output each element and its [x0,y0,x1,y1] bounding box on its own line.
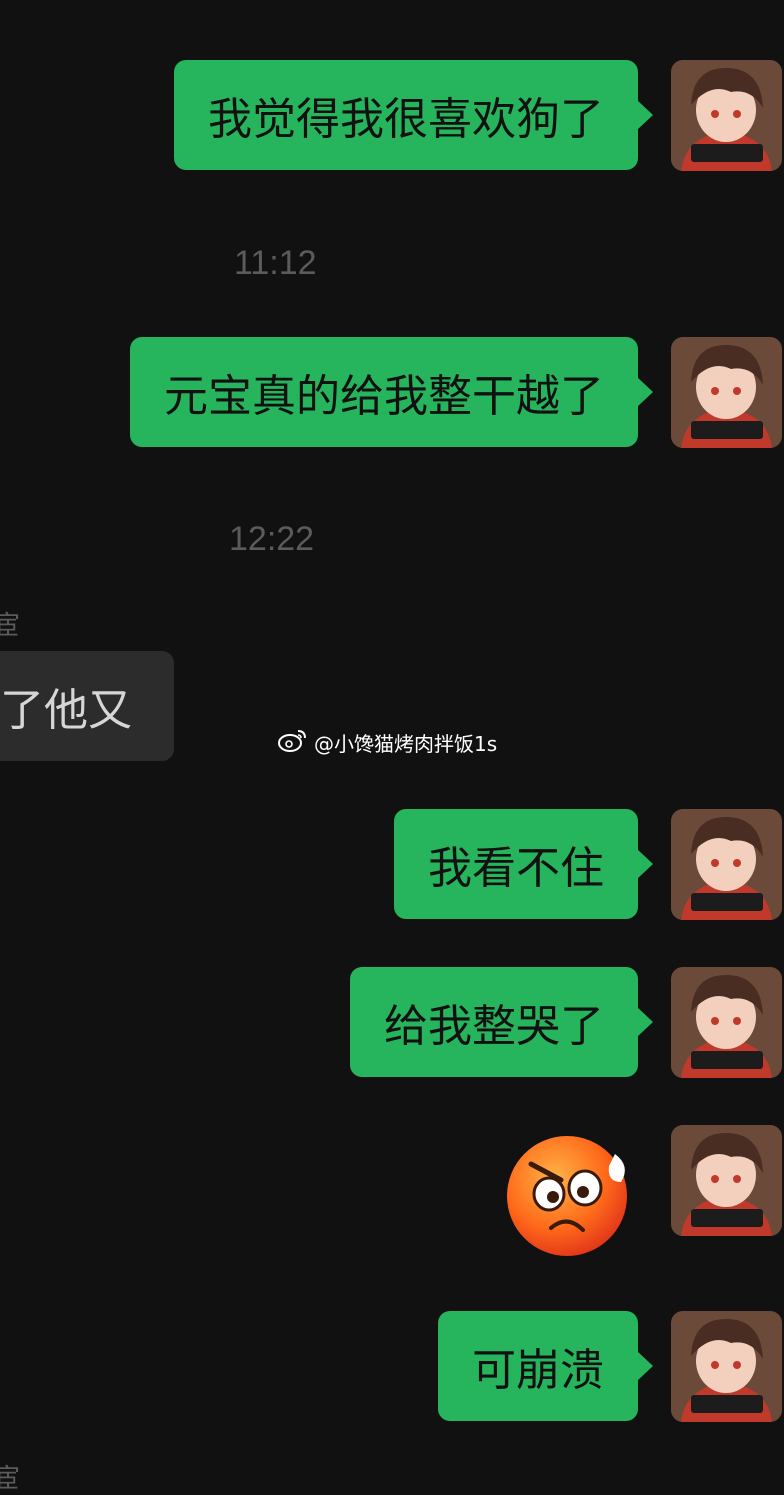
watermark-text: @小馋猫烤肉拌饭1s [314,731,498,756]
flustered-face-emoji[interactable] [499,1130,637,1258]
message-bubble-incoming[interactable]: 了他又 [0,651,174,761]
watermark: @小馋猫烤肉拌饭1s [278,727,497,757]
avatar[interactable] [671,337,782,448]
avatar[interactable] [671,1125,782,1236]
sender-name: 宦 [0,1464,21,1494]
avatar[interactable] [671,967,782,1078]
timestamp: 11:12 [234,244,317,282]
message-bubble-outgoing[interactable]: 给我整哭了 [350,967,653,1077]
message-bubble-outgoing[interactable]: 可崩溃 [438,1311,653,1421]
avatar[interactable] [671,809,782,920]
message-bubble-outgoing[interactable]: 我觉得我很喜欢狗了 [174,60,653,170]
timestamp: 12:22 [229,520,315,558]
avatar[interactable] [671,60,782,171]
weibo-icon [278,728,308,757]
message-bubble-outgoing[interactable]: 元宝真的给我整干越了 [130,337,653,447]
avatar[interactable] [671,1311,782,1422]
message-bubble-outgoing[interactable]: 我看不住 [394,809,653,919]
sender-name: 宦 [0,611,21,641]
